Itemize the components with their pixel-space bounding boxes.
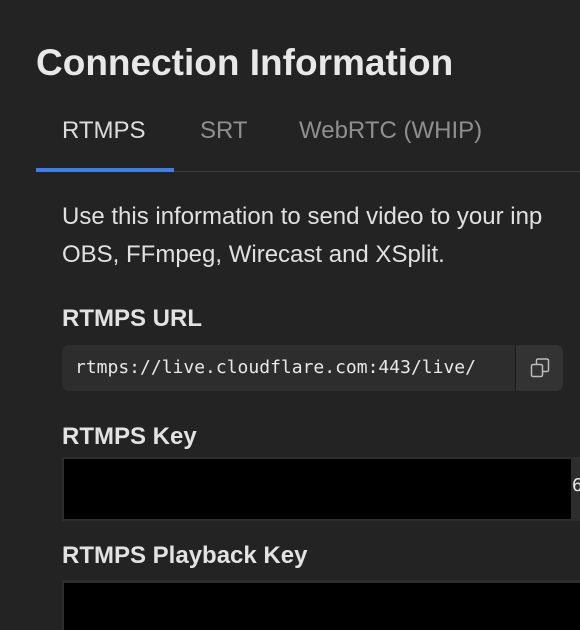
rtmps-url-field[interactable]: rtmps://live.cloudflare.com:443/live/ [62,345,563,391]
connection-description: Use this information to send video to yo… [62,198,580,274]
redacted-block [64,583,580,630]
tab-rtmps[interactable]: RTMPS [62,104,146,171]
rtmps-key-visible-tail: 6 [572,475,580,496]
redacted-block [64,459,571,519]
tab-bar: RTMPS SRT WebRTC (WHIP) [36,104,580,172]
active-tab-indicator [36,168,174,172]
rtmps-key-label: RTMPS Key [62,423,197,450]
tab-webrtc-whip[interactable]: WebRTC (WHIP) [299,104,482,171]
description-line-2: OBS, FFmpeg, Wirecast and XSplit. [62,241,445,268]
description-line-1: Use this information to send video to yo… [62,203,543,230]
tab-srt[interactable]: SRT [200,104,248,171]
rtmps-playback-key-field[interactable] [62,580,580,630]
rtmps-url-label: RTMPS URL [62,305,202,332]
rtmps-url-value[interactable]: rtmps://live.cloudflare.com:443/live/ [75,345,476,391]
page-title: Connection Information [36,42,454,83]
rtmps-key-field[interactable]: 6 [62,457,580,521]
copy-url-button[interactable] [515,345,563,391]
rtmps-playback-key-label: RTMPS Playback Key [62,542,308,569]
copy-icon [530,358,549,378]
